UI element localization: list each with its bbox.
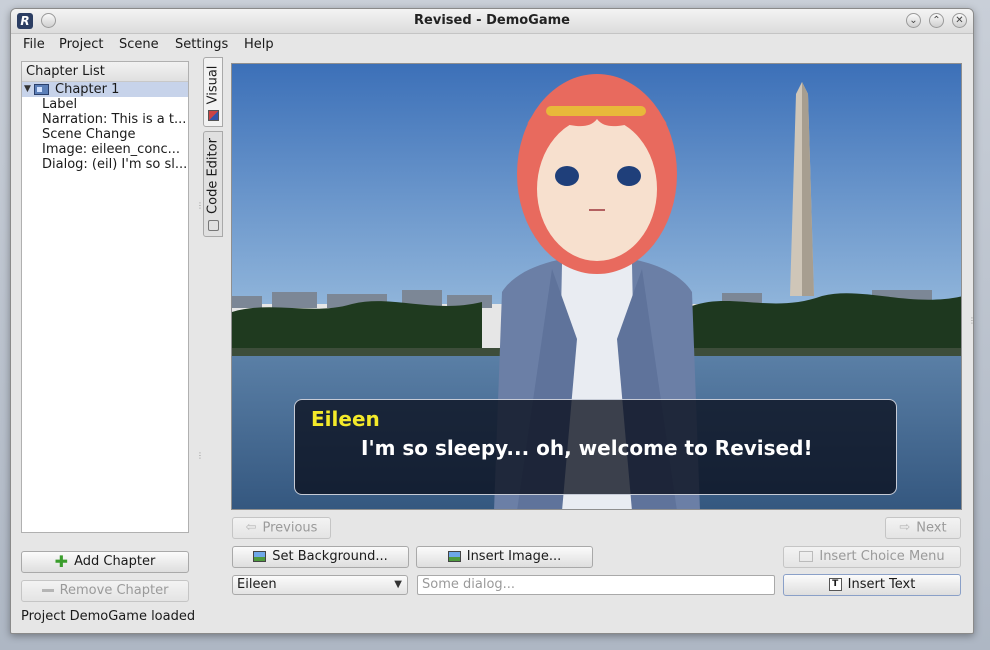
tree-item-text: Narration: This is a t... xyxy=(42,112,187,127)
list-icon xyxy=(799,551,814,562)
menu-help[interactable]: Help xyxy=(244,37,274,52)
arrow-left-icon: ⇦ xyxy=(245,520,257,535)
dialog-input-placeholder: Some dialog... xyxy=(422,577,516,592)
tree-item-text: Label xyxy=(42,97,78,112)
tree-item-text: Dialog: (eil) I'm so sl... xyxy=(42,157,188,172)
chevron-up-icon: ⌃ xyxy=(932,15,941,26)
image-icon xyxy=(253,551,267,562)
status-bar-text: Project DemoGame loaded xyxy=(21,609,196,624)
tree-item-text: Scene Change xyxy=(42,127,136,142)
tree-item-image[interactable]: Image: eileen_conc... xyxy=(22,142,188,157)
tree-item-scene-change[interactable]: Scene Change xyxy=(22,127,188,142)
remove-chapter-label: Remove Chapter xyxy=(59,583,169,598)
tree-item-text: Image: eileen_conc... xyxy=(42,142,181,157)
insert-image-label: Insert Image... xyxy=(466,549,562,564)
chevron-down-icon: ▼ xyxy=(394,579,402,590)
insert-choice-menu-button[interactable]: Insert Choice Menu xyxy=(783,546,961,568)
menu-scene[interactable]: Scene xyxy=(119,37,159,52)
tree-item-dialog[interactable]: Dialog: (eil) I'm so sl... xyxy=(22,157,188,172)
window-title: Revised - DemoGame xyxy=(414,13,570,28)
previous-button[interactable]: ⇦ Previous xyxy=(232,517,331,539)
chapter-icon xyxy=(34,84,49,95)
dialog-input[interactable]: Some dialog... xyxy=(417,575,775,595)
chapter-label: Chapter 1 xyxy=(55,82,120,97)
menu-settings[interactable]: Settings xyxy=(175,37,228,52)
minus-icon xyxy=(41,589,54,592)
speaker-select-value: Eileen xyxy=(237,577,277,592)
menu-bar: File Project Scene Settings Help xyxy=(11,34,973,56)
chapter-list-tree[interactable]: Chapter List ▼ Chapter 1 Label Narration… xyxy=(21,61,189,533)
expand-arrow-icon[interactable]: ▼ xyxy=(24,82,31,97)
menu-file[interactable]: File xyxy=(23,37,45,52)
tree-item-label[interactable]: Label xyxy=(22,97,188,112)
insert-text-label: Insert Text xyxy=(847,577,916,592)
dialog-text: I'm so sleepy... oh, welcome to Revised! xyxy=(361,436,813,460)
speaker-select[interactable]: Eileen ▼ xyxy=(232,575,408,595)
add-chapter-button[interactable]: ✚ Add Chapter xyxy=(21,551,189,573)
insert-text-button[interactable]: T Insert Text xyxy=(783,574,961,596)
close-button[interactable]: ✕ xyxy=(952,13,967,28)
next-label: Next xyxy=(916,520,947,536)
insert-choice-menu-label: Insert Choice Menu xyxy=(819,549,945,564)
tab-visual-label: Visual xyxy=(205,65,221,105)
dialog-speaker-name: Eileen xyxy=(311,407,380,431)
set-background-label: Set Background... xyxy=(272,549,388,564)
plus-icon: ✚ xyxy=(54,551,69,571)
close-icon: ✕ xyxy=(955,15,964,26)
menu-project[interactable]: Project xyxy=(59,37,103,52)
tab-code-editor-label: Code Editor xyxy=(205,137,221,214)
add-chapter-label: Add Chapter xyxy=(74,554,156,569)
maximize-button[interactable]: ⌃ xyxy=(929,13,944,28)
splitter-handle[interactable]: ⋮ xyxy=(968,317,973,325)
remove-chapter-button[interactable]: Remove Chapter xyxy=(21,580,189,602)
main-window: R Revised - DemoGame ⌄ ⌃ ✕ File Project … xyxy=(10,8,974,634)
image-icon xyxy=(447,551,461,562)
previous-label: Previous xyxy=(262,520,318,536)
next-button[interactable]: ⇨ Next xyxy=(885,517,961,539)
editor-tabs: Visual Code Editor xyxy=(203,57,223,247)
tab-visual[interactable]: Visual xyxy=(203,57,223,127)
title-bar[interactable]: R Revised - DemoGame ⌄ ⌃ ✕ xyxy=(11,9,973,34)
arrow-right-icon: ⇨ xyxy=(899,520,911,535)
insert-image-button[interactable]: Insert Image... xyxy=(416,546,593,568)
tree-item-chapter[interactable]: ▼ Chapter 1 xyxy=(22,82,188,97)
set-background-button[interactable]: Set Background... xyxy=(232,546,409,568)
minimize-button[interactable]: ⌄ xyxy=(906,13,921,28)
splitter-handle[interactable]: ⋮ xyxy=(196,452,204,460)
tab-code-editor[interactable]: Code Editor xyxy=(203,131,223,237)
code-icon xyxy=(208,220,219,231)
image-icon xyxy=(208,110,219,121)
tree-item-narration[interactable]: Narration: This is a t... xyxy=(22,112,188,127)
chevron-down-icon: ⌄ xyxy=(909,15,918,26)
insert-text-icon: T xyxy=(828,578,842,591)
chapter-list-header[interactable]: Chapter List xyxy=(22,62,188,82)
